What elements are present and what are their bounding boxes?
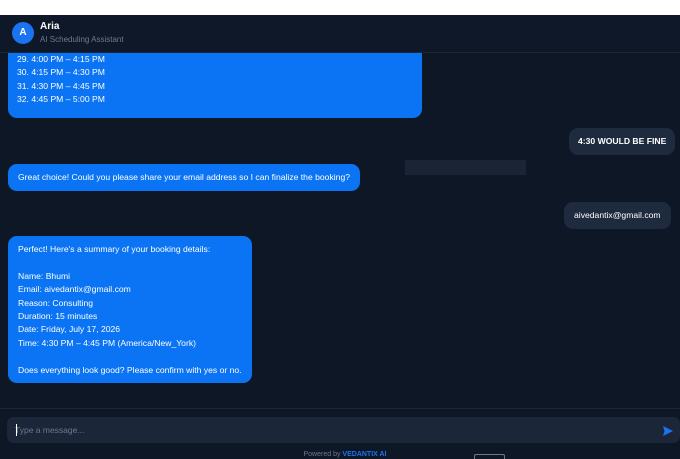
- faded-overlay-element: [405, 160, 526, 175]
- message-list[interactable]: 29. 4:00 PM – 4:15 PM 30. 4:15 PM – 4:30…: [0, 53, 680, 408]
- chat-header: A Aria AI Scheduling Assistant: [0, 15, 680, 53]
- send-icon: [663, 426, 673, 436]
- message-composer: Powered by VEDANTIX AI: [0, 408, 680, 459]
- summary-reason: Reason: Consulting: [18, 297, 94, 308]
- agent-name: Aria: [40, 21, 60, 32]
- time-slot-31: 31. 4:30 PM – 4:45 PM: [17, 80, 105, 91]
- summary-spacer: [18, 256, 242, 269]
- footer-prefix: Powered by: [303, 451, 341, 458]
- summary-intro: Perfect! Here's a summary of your bookin…: [18, 244, 211, 254]
- avatar: A: [12, 22, 34, 44]
- summary-confirm: Does everything look good? Please confir…: [18, 364, 242, 375]
- powered-by-footer: Powered by VEDANTIX AI: [0, 451, 680, 458]
- send-button[interactable]: [662, 424, 674, 436]
- chat-app: A Aria AI Scheduling Assistant 29. 4:00 …: [0, 15, 680, 459]
- footer-badge: [474, 454, 505, 459]
- summary-date: Date: Friday, July 17, 2026: [18, 324, 121, 335]
- user-message-email: aivedantix@gmail.com: [564, 202, 671, 229]
- time-slot-29: 29. 4:00 PM – 4:15 PM: [17, 54, 105, 64]
- footer-brand-link[interactable]: VEDANTIX AI: [342, 451, 386, 458]
- bot-message-booking-summary: Perfect! Here's a summary of your bookin…: [8, 236, 252, 383]
- bot-message-email-request: Great choice! Could you please share you…: [8, 164, 361, 191]
- summary-time: Time: 4:30 PM – 4:45 PM (America/New_Yor…: [18, 337, 196, 348]
- summary-duration: Duration: 15 minutes: [18, 311, 98, 322]
- user-message-text: aivedantix@gmail.com: [574, 210, 661, 220]
- message-input-wrapper[interactable]: [7, 417, 680, 443]
- time-slot-30: 30. 4:15 PM – 4:30 PM: [17, 67, 105, 78]
- summary-spacer: [18, 350, 242, 363]
- message-input[interactable]: [15, 417, 655, 443]
- user-message-time-choice: 4:30 WOULD BE FINE: [569, 128, 676, 155]
- summary-email: Email: aivedantix@gmail.com: [18, 284, 131, 295]
- bot-message-time-slots: 29. 4:00 PM – 4:15 PM 30. 4:15 PM – 4:30…: [8, 53, 422, 118]
- summary-name: Name: Bhumi: [18, 270, 71, 281]
- text-caret: [16, 424, 17, 436]
- user-message-text: 4:30 WOULD BE FINE: [578, 136, 667, 146]
- agent-role: AI Scheduling Assistant: [40, 35, 124, 44]
- time-slot-32: 32. 4:45 PM – 5:00 PM: [17, 94, 105, 105]
- bot-message-text: Great choice! Could you please share you…: [18, 172, 351, 182]
